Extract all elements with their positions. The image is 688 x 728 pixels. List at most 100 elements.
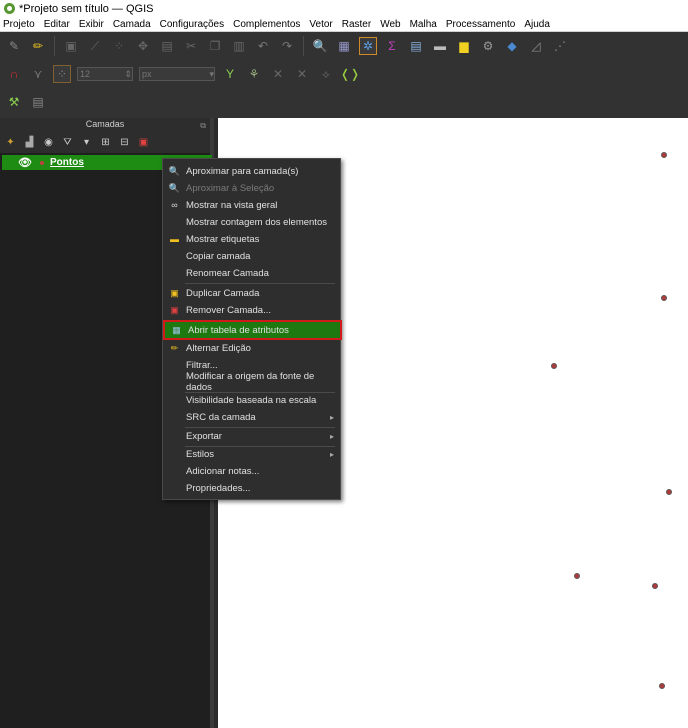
delete-selected-icon[interactable]: ▤: [158, 37, 176, 55]
filter-by-expression-icon[interactable]: ▾: [80, 136, 93, 148]
collapse-all-icon[interactable]: ⊟: [118, 136, 131, 148]
layers-panel-title: Camadas ⧉: [0, 118, 210, 131]
menu-configuracoes[interactable]: Configurações: [160, 19, 224, 30]
menu-item-zoom-to-selection[interactable]: 🔍 Aproximar à Seleção: [163, 180, 340, 196]
toolbar-row-2: ∩ ⋎ ⁘ 12 ⇕ px ▾ Y ⚘ ✕ ✕ ⟡ ❬❭: [2, 60, 362, 88]
menu-item-toggle-editing[interactable]: ✏ Alternar Edição: [163, 340, 340, 356]
cross-icon[interactable]: ✕: [269, 65, 287, 83]
table-icon: ▦: [172, 324, 181, 335]
pencil-icon[interactable]: ✏: [29, 37, 47, 55]
remove-layer-icon[interactable]: ▣: [137, 136, 150, 148]
menu-separator: [185, 283, 335, 284]
menu-exibir[interactable]: Exibir: [79, 19, 104, 30]
plugin-tool-icon[interactable]: ⚒: [5, 93, 23, 111]
zoom-selection-icon: 🔍: [168, 182, 181, 193]
menu-item-copy-layer[interactable]: Copiar camada: [163, 248, 340, 264]
duplicate-icon: ▣: [170, 287, 179, 298]
topology-icon[interactable]: ⋰: [551, 37, 569, 55]
grid-icon[interactable]: ▦: [335, 37, 353, 55]
menu-item-add-notes[interactable]: Adicionar notas...: [163, 463, 340, 479]
snap-type-icon[interactable]: ⁘: [53, 65, 71, 83]
measure-icon[interactable]: ▬: [431, 37, 449, 55]
georeferencer-icon[interactable]: ◿: [527, 37, 545, 55]
snap-vertex-icon[interactable]: ⋎: [29, 65, 47, 83]
menu-item-open-attribute-table[interactable]: ▦ Abrir tabela de atributos: [163, 320, 342, 340]
menu-item-label: Alternar Edição: [186, 342, 251, 354]
menu-projeto[interactable]: Projeto: [3, 19, 35, 30]
sigma-icon[interactable]: Σ: [383, 37, 401, 55]
menu-camada[interactable]: Camada: [113, 19, 151, 30]
paste-icon[interactable]: ▥: [230, 37, 248, 55]
menu-editar[interactable]: Editar: [44, 19, 70, 30]
separator: [303, 36, 304, 56]
processing-gear-icon[interactable]: ✲: [359, 37, 377, 55]
point-symbol-icon: [40, 160, 44, 165]
add-group-icon[interactable]: ▟: [23, 136, 36, 148]
python-icon[interactable]: ◆: [503, 37, 521, 55]
toolbar-area: ✎ ✏ ▣ ⟋ ⁘ ✥ ▤ ✂ ❐ ▥ ↶ ↷ 🔍 ▦ ✲ Σ ▤ ▬ ▆ ⚙ …: [0, 32, 688, 118]
map-point: [574, 573, 580, 579]
layers-panel-title-text: Camadas: [85, 119, 125, 129]
filter-legend-icon[interactable]: ⛛: [61, 136, 74, 148]
menu-processamento[interactable]: Processamento: [446, 19, 515, 30]
labels-icon: ▬: [170, 234, 179, 244]
menu-raster[interactable]: Raster: [342, 19, 371, 30]
manage-map-themes-icon[interactable]: ◉: [42, 136, 55, 148]
menu-item-scale-visibility[interactable]: Visibilidade baseada na escala: [163, 392, 340, 408]
menu-item-label: Exportar: [186, 430, 222, 442]
menu-item-duplicate-layer[interactable]: ▣ Duplicar Camada: [163, 285, 340, 301]
menu-item-label: Adicionar notas...: [186, 465, 260, 477]
copy-icon[interactable]: ❐: [206, 37, 224, 55]
menu-item-show-in-overview[interactable]: ∞ Mostrar na vista geral: [163, 197, 340, 213]
identify-icon[interactable]: 🔍: [311, 37, 329, 55]
pencil-icon: ✏: [170, 342, 179, 353]
tolerance-input[interactable]: 12 ⇕: [77, 67, 133, 81]
split-icon[interactable]: ⟡: [317, 65, 335, 83]
digitize-icon[interactable]: ✎: [5, 37, 23, 55]
menu-item-export[interactable]: Exportar ▸: [163, 428, 340, 444]
menu-item-remove-layer[interactable]: ▣ Remover Camada...: [163, 302, 340, 318]
menu-item-label: Renomear Camada: [186, 267, 269, 279]
menu-web[interactable]: Web: [380, 19, 400, 30]
unit-select[interactable]: px ▾: [139, 67, 215, 81]
menu-item-layer-crs[interactable]: SRC da camada ▸: [163, 409, 340, 425]
snapping-magnet-icon[interactable]: ∩: [5, 65, 23, 83]
undo-icon[interactable]: ↶: [254, 37, 272, 55]
menu-item-label: Estilos: [186, 448, 214, 460]
plugin-box-icon[interactable]: ▤: [29, 93, 47, 111]
undock-icon[interactable]: ⧉: [200, 119, 206, 132]
separator: [54, 36, 55, 56]
self-snap-icon[interactable]: ✕: [293, 65, 311, 83]
menu-item-change-data-source[interactable]: Modificar a origem da fonte de dados: [163, 371, 340, 393]
snap-intersection-icon[interactable]: ⚘: [245, 65, 263, 83]
menu-item-styles[interactable]: Estilos ▸: [163, 446, 340, 462]
settings-gear-icon[interactable]: ⚙: [479, 37, 497, 55]
redo-icon[interactable]: ↷: [278, 37, 296, 55]
menu-complementos[interactable]: Complementos: [233, 19, 300, 30]
menu-item-rename-layer[interactable]: Renomear Camada: [163, 265, 340, 281]
menu-item-properties[interactable]: Propriedades...: [163, 480, 340, 496]
cut-icon[interactable]: ✂: [182, 37, 200, 55]
visibility-eye-icon[interactable]: 👁: [18, 156, 32, 169]
menu-bar: Projeto Editar Exibir Camada Configuraçõ…: [0, 17, 688, 32]
add-line-icon[interactable]: ⟋: [86, 37, 104, 55]
menu-item-label: Mostrar contagem dos elementos: [186, 216, 327, 228]
remove-icon: ▣: [170, 304, 179, 315]
attribute-table-icon[interactable]: ▤: [407, 37, 425, 55]
move-feature-icon[interactable]: ✥: [134, 37, 152, 55]
menu-item-show-labels[interactable]: ▬ Mostrar etiquetas: [163, 231, 340, 247]
menu-malha[interactable]: Malha: [410, 19, 437, 30]
shape-digitize-icon[interactable]: ❬❭: [340, 65, 360, 83]
menu-item-label: Filtrar...: [186, 359, 218, 371]
menu-item-show-feature-count[interactable]: Mostrar contagem dos elementos: [163, 214, 340, 230]
menu-vetor[interactable]: Vetor: [309, 19, 332, 30]
save-edits-icon[interactable]: ▣: [62, 37, 80, 55]
expand-all-icon[interactable]: ⊞: [99, 136, 112, 148]
style-manager-icon[interactable]: ✦: [4, 136, 17, 148]
trace-icon[interactable]: Y: [221, 65, 239, 83]
menu-ajuda[interactable]: Ajuda: [524, 19, 550, 30]
annotation-icon[interactable]: ▆: [455, 37, 473, 55]
map-point: [652, 583, 658, 589]
vertex-tool-icon[interactable]: ⁘: [110, 37, 128, 55]
menu-item-zoom-to-layer[interactable]: 🔍 Aproximar para camada(s): [163, 163, 340, 179]
